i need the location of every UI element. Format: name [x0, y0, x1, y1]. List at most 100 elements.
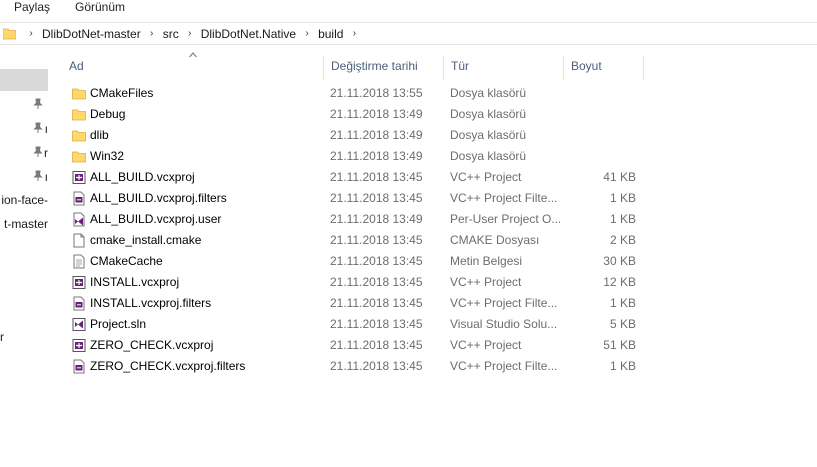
- file-row[interactable]: INSTALL.vcxproj.filters 21.11.2018 13:45…: [48, 293, 648, 314]
- file-date: 21.11.2018 13:55: [330, 86, 423, 100]
- file-size: 5 KB: [609, 317, 636, 331]
- nav-item-pinned[interactable]: ı: [0, 166, 48, 188]
- file-date: 21.11.2018 13:49: [330, 212, 423, 226]
- file-name: ALL_BUILD.vcxproj: [90, 170, 195, 184]
- file-size: [564, 146, 636, 167]
- file-type: VC++ Project: [450, 275, 522, 289]
- file-row[interactable]: ALL_BUILD.vcxproj 21.11.2018 13:45 VC++ …: [48, 167, 648, 188]
- tab-view[interactable]: Görünüm: [71, 0, 129, 16]
- file-type: Per-User Project O...: [450, 212, 560, 226]
- file-name: CMakeFiles: [90, 86, 154, 100]
- file-row[interactable]: Debug 21.11.2018 13:49 Dosya klasörü: [48, 104, 648, 125]
- nav-item-folder[interactable]: t-master: [0, 213, 48, 235]
- file-date: 21.11.2018 13:49: [330, 107, 423, 121]
- file-row[interactable]: Project.sln 21.11.2018 13:45 Visual Stud…: [48, 314, 648, 335]
- file-size: 30 KB: [603, 254, 636, 268]
- file-name: Project.sln: [90, 317, 147, 331]
- column-header-date[interactable]: Değiştirme tarihi: [324, 56, 444, 80]
- file-row[interactable]: INSTALL.vcxproj 21.11.2018 13:45 VC++ Pr…: [48, 272, 648, 293]
- file-size: 51 KB: [603, 338, 636, 352]
- file-size: [564, 104, 636, 125]
- chevron-right-icon[interactable]: ›: [24, 28, 38, 39]
- nav-item[interactable]: [0, 252, 48, 274]
- tab-share[interactable]: Paylaş: [10, 0, 54, 16]
- file-row[interactable]: CMakeFiles 21.11.2018 13:55 Dosya klasör…: [48, 83, 648, 104]
- file-rows: CMakeFiles 21.11.2018 13:55 Dosya klasör…: [48, 83, 817, 377]
- breadcrumb-item-native[interactable]: DlibDotNet.Native: [197, 27, 300, 41]
- file-type: VC++ Project Filte...: [450, 191, 558, 205]
- pin-icon: [33, 170, 43, 181]
- nav-item-pinned[interactable]: ı: [0, 118, 48, 140]
- navigation-pane[interactable]: ı r ı ion-face- t-master r: [0, 46, 48, 467]
- breadcrumb-item-dlibdotnet-master[interactable]: DlibDotNet-master: [38, 27, 145, 41]
- nav-item[interactable]: [0, 286, 48, 308]
- file-type: Visual Studio Solu...: [450, 317, 558, 331]
- file-type: VC++ Project: [450, 170, 522, 184]
- nav-item-quick-access[interactable]: [0, 69, 48, 91]
- address-bar[interactable]: › DlibDotNet-master › src › DlibDotNet.N…: [0, 22, 817, 45]
- file-name: INSTALL.vcxproj.filters: [90, 296, 212, 310]
- nav-item-pinned[interactable]: r: [0, 142, 48, 164]
- file-type: Dosya klasörü: [450, 149, 527, 163]
- file-size: 2 KB: [609, 233, 636, 247]
- file-type: VC++ Project: [450, 338, 522, 352]
- file-size: 41 KB: [603, 170, 636, 184]
- file-list[interactable]: Ad Değiştirme tarihi Tür Boyut CMakeFile…: [48, 46, 817, 467]
- file-size: 1 KB: [609, 212, 636, 226]
- file-date: 21.11.2018 13:45: [330, 170, 423, 184]
- file-row[interactable]: ZERO_CHECK.vcxproj.filters 21.11.2018 13…: [48, 356, 648, 377]
- file-name: ZERO_CHECK.vcxproj.filters: [90, 359, 246, 373]
- file-name: cmake_install.cmake: [90, 233, 202, 247]
- file-date: 21.11.2018 13:45: [330, 317, 423, 331]
- chevron-right-icon[interactable]: ›: [347, 28, 361, 39]
- column-header-name[interactable]: Ad: [62, 56, 324, 80]
- column-header-size[interactable]: Boyut: [564, 56, 644, 80]
- file-type: Dosya klasörü: [450, 128, 527, 142]
- file-name: ALL_BUILD.vcxproj.filters: [90, 191, 227, 205]
- ribbon: Paylaş Görünüm: [0, 0, 817, 20]
- file-name: dlib: [90, 128, 109, 142]
- nav-item-label: ion-face-: [1, 193, 48, 207]
- nav-item[interactable]: r: [0, 326, 48, 348]
- file-date: 21.11.2018 13:45: [330, 233, 423, 247]
- file-row[interactable]: Win32 21.11.2018 13:49 Dosya klasörü: [48, 146, 648, 167]
- file-row[interactable]: dlib 21.11.2018 13:49 Dosya klasörü: [48, 125, 648, 146]
- breadcrumb-item-src[interactable]: src: [159, 27, 183, 41]
- file-size: 1 KB: [609, 359, 636, 373]
- file-date: 21.11.2018 13:45: [330, 359, 423, 373]
- chevron-right-icon[interactable]: ›: [300, 28, 314, 39]
- folder-icon: [3, 28, 16, 40]
- file-type: VC++ Project Filte...: [450, 359, 558, 373]
- file-row[interactable]: cmake_install.cmake 21.11.2018 13:45 CMA…: [48, 230, 648, 251]
- pin-icon: [33, 146, 43, 157]
- chevron-right-icon[interactable]: ›: [183, 28, 197, 39]
- file-date: 21.11.2018 13:45: [330, 254, 423, 268]
- file-type: VC++ Project Filte...: [450, 296, 558, 310]
- nav-item-label: t-master: [3, 217, 48, 231]
- breadcrumb-item-build[interactable]: build: [314, 27, 347, 41]
- file-type: CMAKE Dosyası: [450, 233, 540, 247]
- file-size: [564, 83, 636, 104]
- file-row[interactable]: ALL_BUILD.vcxproj.filters 21.11.2018 13:…: [48, 188, 648, 209]
- pin-icon: [33, 122, 43, 133]
- file-size: 1 KB: [609, 296, 636, 310]
- nav-item-folder[interactable]: ion-face-: [0, 189, 48, 211]
- file-name: Debug: [90, 107, 126, 121]
- file-type: Dosya klasörü: [450, 86, 527, 100]
- file-date: 21.11.2018 13:45: [330, 296, 423, 310]
- file-date: 21.11.2018 13:45: [330, 191, 423, 205]
- chevron-right-icon[interactable]: ›: [145, 28, 159, 39]
- file-date: 21.11.2018 13:45: [330, 338, 423, 352]
- file-size: [564, 125, 636, 146]
- file-size: 12 KB: [603, 275, 636, 289]
- pin-icon: [33, 98, 43, 109]
- file-type: Metin Belgesi: [450, 254, 523, 268]
- column-header-type[interactable]: Tür: [444, 56, 564, 80]
- file-row[interactable]: ZERO_CHECK.vcxproj 21.11.2018 13:45 VC++…: [48, 335, 648, 356]
- nav-item-pinned[interactable]: [0, 94, 48, 116]
- file-row[interactable]: CMakeCache 21.11.2018 13:45 Metin Belges…: [48, 251, 648, 272]
- file-name: CMakeCache: [90, 254, 163, 268]
- file-row[interactable]: ALL_BUILD.vcxproj.user 21.11.2018 13:49 …: [48, 209, 648, 230]
- nav-item-label: r: [0, 330, 4, 344]
- file-date: 21.11.2018 13:49: [330, 128, 423, 142]
